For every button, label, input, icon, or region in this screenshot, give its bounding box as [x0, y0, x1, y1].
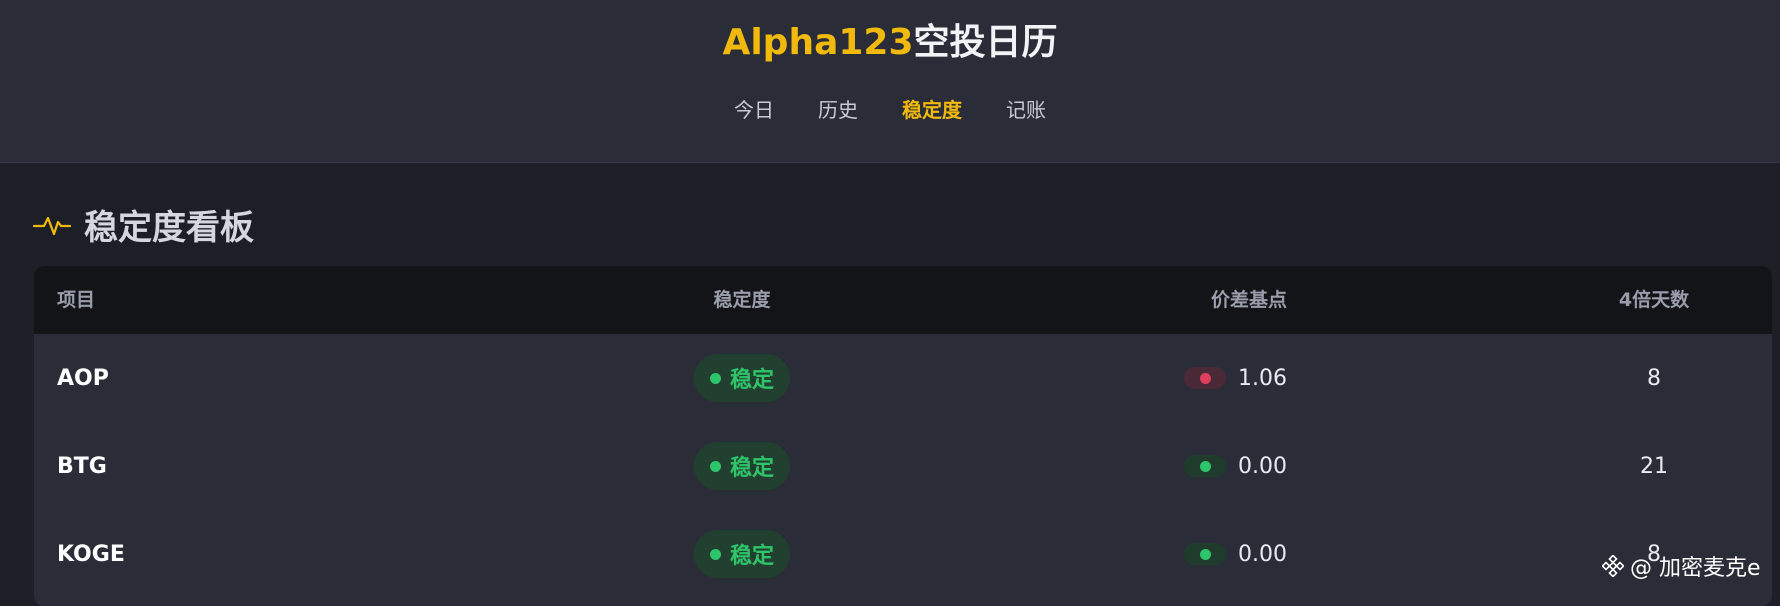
activity-pulse-icon [32, 216, 72, 236]
nav-history[interactable]: 历史 [796, 94, 880, 126]
spread-cell: 0.00 [1184, 422, 1287, 510]
main-nav: 今日 历史 稳定度 记账 [0, 94, 1780, 126]
watermark: @ 加密麦克e [1602, 550, 1761, 582]
stability-label: 稳定 [729, 544, 774, 569]
spread-indicator [1184, 543, 1226, 565]
red-dot-icon [1199, 372, 1211, 384]
table-row[interactable]: BTG 稳定 0.00 21 [34, 422, 1772, 510]
spread-value: 0.00 [1238, 453, 1287, 479]
spread-cell: 0.00 [1184, 510, 1287, 598]
table-row[interactable]: KOGE 稳定 0.00 8 [34, 510, 1772, 598]
spread-value: 1.06 [1238, 365, 1287, 391]
green-dot-icon [1199, 460, 1211, 472]
green-dot-icon [1199, 548, 1211, 560]
spread-indicator [1184, 455, 1226, 477]
stability-cell: 稳定 [676, 510, 808, 598]
spread-cell: 1.06 [1184, 334, 1287, 422]
project-name: BTG [57, 453, 107, 479]
watermark-text: @ 加密麦克e [1630, 556, 1761, 581]
column-header-spread: 价差基点 [1210, 289, 1287, 311]
stability-label: 稳定 [729, 368, 774, 393]
spread-value: 0.00 [1238, 541, 1287, 567]
stability-table: 项目 稳定度 价差基点 4倍天数 AOP 稳定 1.06 8 BTG 稳定 0.… [34, 266, 1772, 606]
title-brand: Alpha123 [722, 22, 914, 63]
nav-stability[interactable]: 稳定度 [880, 94, 984, 126]
column-header-4x-days: 4倍天数 [1618, 289, 1690, 311]
days-value: 21 [1640, 453, 1668, 479]
section-header: 稳定度看板 [32, 200, 254, 248]
status-dot-icon [709, 372, 721, 384]
stability-cell: 稳定 [676, 422, 808, 510]
stability-badge: 稳定 [693, 442, 790, 490]
status-dot-icon [709, 548, 721, 560]
binance-logo-icon [1602, 555, 1624, 577]
stability-label: 稳定 [729, 456, 774, 481]
title-text: 空投日历 [913, 22, 1058, 63]
table-header: 项目 稳定度 价差基点 4倍天数 [34, 266, 1772, 334]
column-header-stability: 稳定度 [713, 289, 771, 311]
app-header: Alpha123空投日历 今日 历史 稳定度 记账 [0, 0, 1780, 163]
stability-badge: 稳定 [693, 354, 790, 402]
table-row[interactable]: AOP 稳定 1.06 8 [34, 334, 1772, 422]
stability-badge: 稳定 [693, 530, 790, 578]
days-value: 8 [1647, 365, 1661, 391]
stability-cell: 稳定 [676, 334, 808, 422]
project-name: KOGE [57, 541, 125, 567]
project-name: AOP [57, 365, 109, 391]
section-title: 稳定度看板 [84, 207, 254, 248]
status-dot-icon [709, 460, 721, 472]
column-header-project: 项目 [57, 289, 96, 311]
nav-today[interactable]: 今日 [712, 94, 796, 126]
nav-ledger[interactable]: 记账 [984, 94, 1068, 126]
page-title: Alpha123空投日历 [0, 20, 1780, 66]
spread-indicator [1184, 367, 1226, 389]
